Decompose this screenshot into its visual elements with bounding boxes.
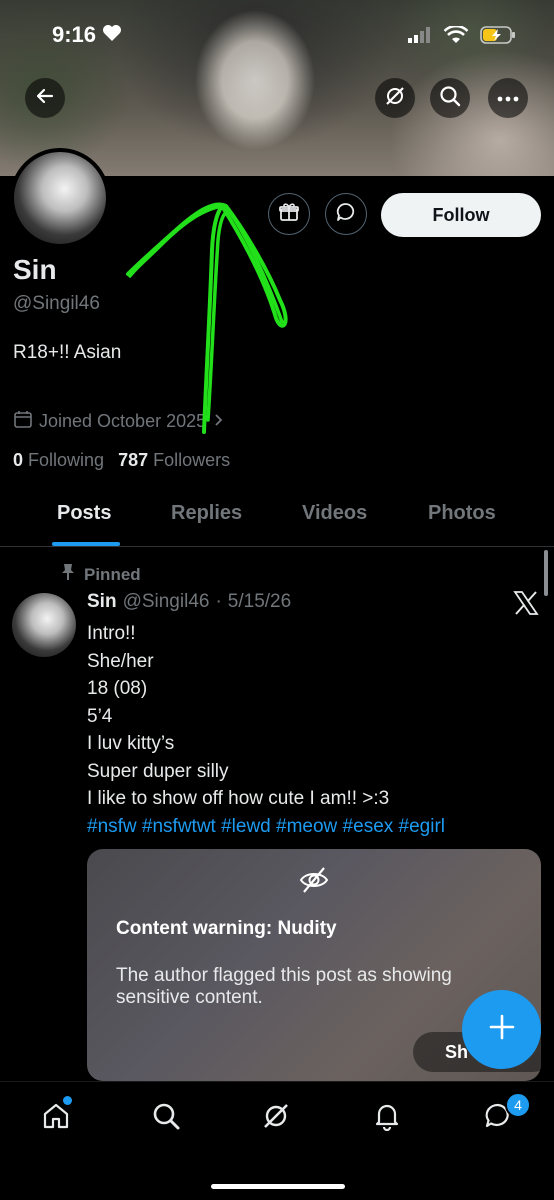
status-bar: 9:16 bbox=[0, 22, 554, 52]
search-icon bbox=[439, 85, 461, 112]
pinned-label: Pinned bbox=[60, 563, 141, 586]
back-arrow-icon bbox=[35, 86, 55, 111]
post-line: Super duper silly bbox=[87, 760, 229, 782]
tab-videos[interactable]: Videos bbox=[302, 502, 367, 525]
tab-photos[interactable]: Photos bbox=[428, 502, 496, 525]
follow-button[interactable]: Follow bbox=[381, 193, 541, 237]
post-line: I like to show off how cute I am!! >:3 bbox=[87, 788, 390, 809]
more-button[interactable] bbox=[488, 78, 528, 118]
post-line: 18 (08) bbox=[87, 678, 148, 699]
signal-icon bbox=[408, 27, 432, 48]
status-icons bbox=[408, 24, 516, 49]
post-separator: · bbox=[215, 591, 222, 612]
battery-icon bbox=[480, 26, 516, 49]
profile-handle: @Singil46 bbox=[13, 293, 100, 314]
home-indicator bbox=[211, 1184, 345, 1189]
heart-icon bbox=[102, 22, 122, 48]
eye-off-icon bbox=[299, 865, 329, 900]
messages-badge: 4 bbox=[505, 1092, 531, 1118]
post-author[interactable]: Sin bbox=[87, 591, 117, 613]
nav-notifications[interactable] bbox=[367, 1098, 407, 1138]
post-line: She/her bbox=[87, 650, 154, 672]
grok-button[interactable] bbox=[375, 78, 415, 118]
following-count: 0 bbox=[13, 450, 24, 470]
post-line: 5’4 bbox=[87, 705, 113, 727]
plus-icon bbox=[488, 1013, 516, 1046]
joined-date[interactable]: Joined October 2025 bbox=[13, 409, 224, 434]
post-hashtags[interactable]: #nsfw #nsfwtwt #lewd #meow #esex #egirl bbox=[87, 813, 445, 841]
post-handle[interactable]: @Singil46 bbox=[123, 591, 210, 613]
following-label: Following bbox=[28, 450, 105, 470]
pinned-text: Pinned bbox=[84, 564, 141, 584]
gift-icon bbox=[278, 201, 300, 228]
bottom-nav bbox=[0, 1081, 554, 1200]
warning-text: The author flagged this post as showing … bbox=[116, 965, 452, 1008]
time-text: 9:16 bbox=[52, 22, 97, 47]
post-avatar[interactable] bbox=[12, 593, 76, 657]
post-line: I luv kitty’s bbox=[87, 733, 175, 754]
profile-bio: R18+!! Asian bbox=[13, 342, 122, 363]
grok-nav-icon bbox=[261, 1101, 291, 1136]
tab-replies[interactable]: Replies bbox=[171, 502, 242, 525]
nav-explore[interactable] bbox=[146, 1098, 186, 1138]
status-time: 9:16 bbox=[52, 22, 122, 48]
wifi-icon bbox=[443, 24, 469, 49]
notifications-icon bbox=[372, 1101, 402, 1136]
warning-title: Content warning: Nudity bbox=[116, 918, 337, 939]
calendar-icon bbox=[13, 409, 33, 434]
nav-home[interactable] bbox=[36, 1096, 76, 1138]
scrollbar[interactable] bbox=[544, 550, 548, 596]
joined-text: Joined October 2025 bbox=[39, 411, 207, 431]
followers-label: Followers bbox=[153, 450, 231, 470]
followers-count: 787 bbox=[118, 450, 149, 470]
post-line: Intro!! bbox=[87, 623, 136, 644]
compose-button[interactable] bbox=[462, 990, 541, 1069]
grok-icon bbox=[384, 85, 406, 112]
gift-button[interactable] bbox=[268, 193, 310, 235]
more-icon bbox=[497, 89, 519, 107]
active-tab-indicator bbox=[52, 542, 120, 546]
message-icon bbox=[335, 201, 357, 228]
home-notification-dot bbox=[63, 1096, 72, 1105]
profile-avatar[interactable] bbox=[10, 148, 110, 248]
x-logo-icon bbox=[513, 590, 539, 621]
message-button[interactable] bbox=[325, 193, 367, 235]
post-date[interactable]: 5/15/26 bbox=[228, 591, 291, 613]
chevron-right-icon bbox=[212, 411, 224, 432]
follow-stats: 0 Following 787 Followers bbox=[13, 450, 230, 471]
post-text: Intro!! She/her 18 (08) 5’4 I luv kitty’… bbox=[87, 620, 445, 840]
profile-name: Sin bbox=[13, 254, 57, 285]
explore-icon bbox=[151, 1101, 181, 1136]
followers-link[interactable]: 787 Followers bbox=[118, 450, 230, 471]
post-header: Sin @Singil46 · 5/15/26 bbox=[87, 591, 291, 613]
pin-icon bbox=[60, 563, 76, 586]
profile-tabs: Posts Replies Videos Photos bbox=[0, 496, 554, 547]
tab-posts[interactable]: Posts bbox=[57, 502, 111, 525]
back-button[interactable] bbox=[25, 78, 65, 118]
following-link[interactable]: 0 Following bbox=[13, 450, 104, 471]
nav-grok[interactable] bbox=[256, 1098, 296, 1138]
search-button[interactable] bbox=[430, 78, 470, 118]
home-icon bbox=[41, 1101, 71, 1136]
